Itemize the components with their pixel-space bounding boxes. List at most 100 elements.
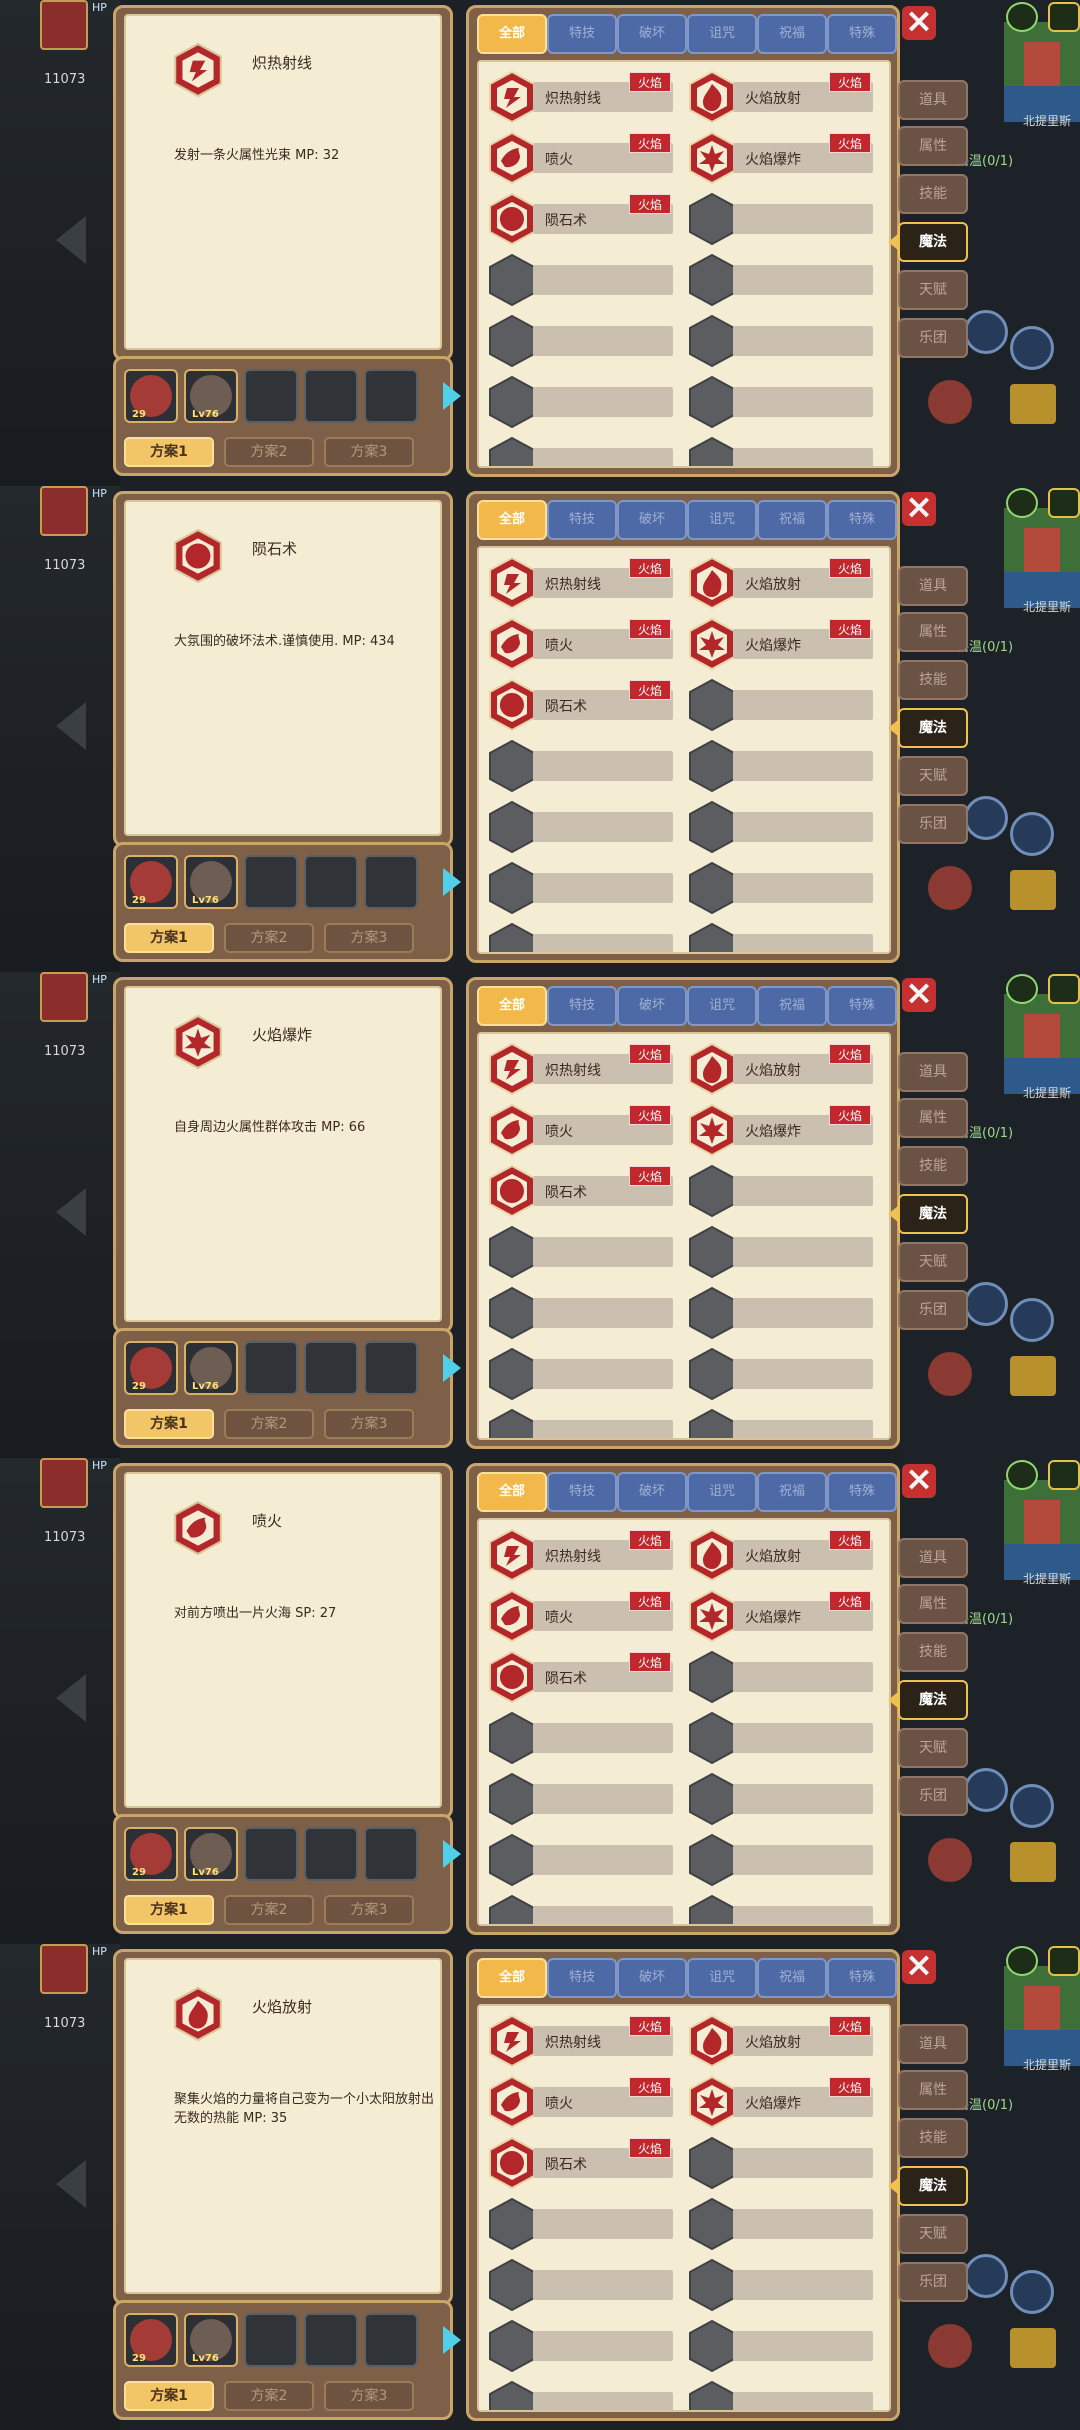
empty-slot-icon[interactable] [487, 1894, 537, 1926]
empty-spell-row[interactable] [733, 1662, 873, 1692]
empty-spell-row[interactable] [533, 1359, 673, 1389]
bank-icon[interactable] [1010, 870, 1056, 910]
empty-spell-row[interactable] [733, 2148, 873, 2178]
empty-slot-icon[interactable] [687, 314, 737, 368]
empty-slot-icon[interactable] [687, 1408, 737, 1440]
empty-slot-icon[interactable] [487, 739, 537, 793]
empty-slot-icon[interactable] [487, 2258, 537, 2312]
spell-icon[interactable] [487, 192, 537, 246]
spell-icon[interactable] [687, 1528, 737, 1582]
close-button[interactable]: × [902, 490, 936, 526]
empty-slot-icon[interactable] [687, 1833, 737, 1887]
side-menu-item[interactable]: 天赋 [898, 756, 968, 796]
tab-special[interactable]: 特殊 [827, 500, 897, 540]
tab-bless[interactable]: 祝福 [757, 1958, 827, 1998]
tab-bless[interactable]: 祝福 [757, 1472, 827, 1512]
spell-icon[interactable] [487, 1042, 537, 1096]
empty-slot-icon[interactable] [487, 1408, 537, 1440]
globe-icon[interactable] [1006, 1946, 1038, 1976]
side-menu-item-active[interactable]: 魔法 [888, 708, 968, 748]
side-menu-item[interactable]: 道具 [898, 566, 968, 606]
tab-curse[interactable]: 诅咒 [687, 500, 757, 540]
empty-spell-row[interactable] [733, 1420, 873, 1438]
party-slot-empty[interactable] [304, 369, 358, 423]
bank-icon[interactable] [1010, 1356, 1056, 1396]
party-slot-empty[interactable] [304, 1341, 358, 1395]
empty-slot-icon[interactable] [487, 1347, 537, 1401]
empty-slot-icon[interactable] [687, 1225, 737, 1279]
spell-icon[interactable] [487, 1164, 537, 1218]
empty-spell-row[interactable] [533, 387, 673, 417]
settings-icon[interactable] [1048, 1946, 1080, 1976]
bank-icon[interactable] [1010, 2328, 1056, 2368]
empty-slot-icon[interactable] [487, 1286, 537, 1340]
party-slot-empty[interactable] [364, 2313, 418, 2367]
portal-icon[interactable] [964, 310, 1008, 354]
empty-slot-icon[interactable] [487, 2319, 537, 2373]
empty-spell-row[interactable] [533, 1298, 673, 1328]
empty-spell-row[interactable] [733, 1845, 873, 1875]
tab-skill[interactable]: 特技 [547, 14, 617, 54]
minimap[interactable] [1004, 22, 1080, 122]
plan-button[interactable]: 方案1 [124, 2381, 214, 2411]
empty-slot-icon[interactable] [687, 2197, 737, 2251]
player-avatar[interactable] [40, 1944, 88, 1994]
empty-spell-row[interactable] [733, 1176, 873, 1206]
party-slot[interactable]: 29 [124, 855, 178, 909]
tab-all[interactable]: 全部 [477, 986, 547, 1026]
empty-spell-row[interactable] [733, 1298, 873, 1328]
plan-button[interactable]: 方案3 [324, 923, 414, 953]
side-menu-item[interactable]: 技能 [898, 1146, 968, 1186]
close-button[interactable]: × [902, 4, 936, 40]
empty-slot-icon[interactable] [487, 253, 537, 307]
side-menu-item[interactable]: 乐团 [898, 318, 968, 358]
empty-slot-icon[interactable] [687, 861, 737, 915]
portal-icon[interactable] [964, 1282, 1008, 1326]
portal-icon[interactable] [964, 1768, 1008, 1812]
plan-button[interactable]: 方案3 [324, 1409, 414, 1439]
party-slot[interactable]: Lv76 [184, 1827, 238, 1881]
spell-icon[interactable] [487, 2136, 537, 2190]
party-slot-empty[interactable] [364, 1827, 418, 1881]
empty-spell-row[interactable] [733, 2331, 873, 2361]
globe-icon[interactable] [1006, 1460, 1038, 1490]
plan-button[interactable]: 方案2 [224, 2381, 314, 2411]
side-menu-item[interactable]: 道具 [898, 1052, 968, 1092]
party-slot-empty[interactable] [244, 1341, 298, 1395]
eye-icon[interactable] [1010, 812, 1054, 856]
meat-icon[interactable] [928, 866, 972, 910]
plan-button[interactable]: 方案2 [224, 437, 314, 467]
empty-slot-icon[interactable] [487, 436, 537, 468]
empty-spell-row[interactable] [533, 1723, 673, 1753]
side-menu-item[interactable]: 乐团 [898, 804, 968, 844]
meat-icon[interactable] [928, 380, 972, 424]
portal-icon[interactable] [964, 2254, 1008, 2298]
empty-slot-icon[interactable] [687, 2258, 737, 2312]
side-menu-item[interactable]: 技能 [898, 174, 968, 214]
empty-spell-row[interactable] [533, 448, 673, 466]
empty-slot-icon[interactable] [687, 1164, 737, 1218]
tab-bless[interactable]: 祝福 [757, 14, 827, 54]
settings-icon[interactable] [1048, 974, 1080, 1004]
plan-button[interactable]: 方案2 [224, 1895, 314, 1925]
tab-skill[interactable]: 特技 [547, 1472, 617, 1512]
spell-icon[interactable] [687, 1042, 737, 1096]
settings-icon[interactable] [1048, 1460, 1080, 1490]
tab-curse[interactable]: 诅咒 [687, 1472, 757, 1512]
tab-special[interactable]: 特殊 [827, 14, 897, 54]
empty-spell-row[interactable] [733, 265, 873, 295]
next-arrow-icon[interactable] [443, 1840, 461, 1868]
side-menu-item-active[interactable]: 魔法 [888, 2166, 968, 2206]
back-arrow-icon[interactable] [56, 1674, 86, 1722]
settings-icon[interactable] [1048, 488, 1080, 518]
close-button[interactable]: × [902, 1462, 936, 1498]
party-slot-empty[interactable] [244, 1827, 298, 1881]
bank-icon[interactable] [1010, 384, 1056, 424]
side-menu-item[interactable]: 天赋 [898, 270, 968, 310]
party-slot[interactable]: Lv76 [184, 1341, 238, 1395]
empty-spell-row[interactable] [533, 265, 673, 295]
settings-icon[interactable] [1048, 2, 1080, 32]
empty-slot-icon[interactable] [687, 1286, 737, 1340]
empty-slot-icon[interactable] [487, 1711, 537, 1765]
spell-icon[interactable] [687, 617, 737, 671]
